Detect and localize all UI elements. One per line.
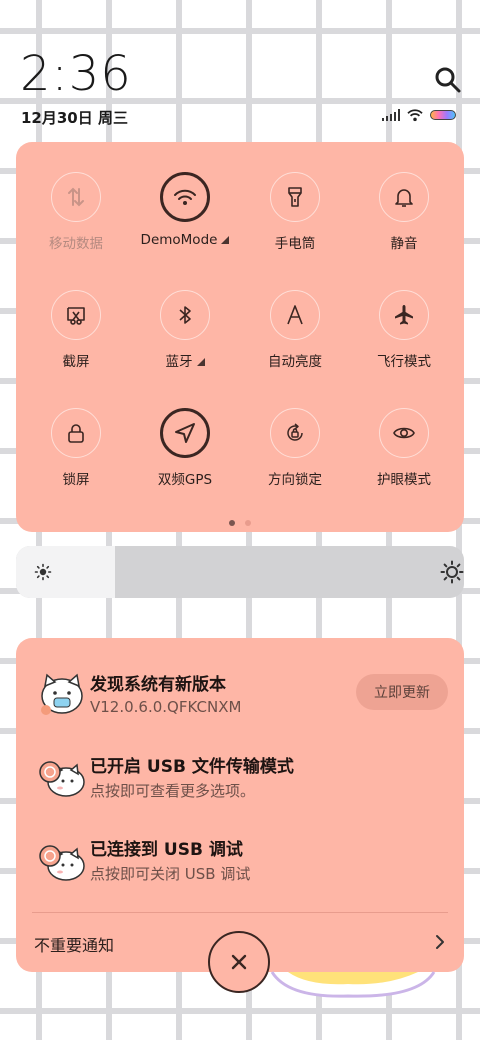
airplane-icon <box>395 305 413 325</box>
tile-label: 手电筒 <box>275 232 316 252</box>
brightness-low-icon <box>34 563 52 581</box>
tile-airplane[interactable]: 飞行模式 <box>349 290 459 370</box>
dropdown-indicator-icon <box>221 236 230 244</box>
tile-label-text: 截屏 <box>62 354 90 370</box>
notification-subtitle: 点按即可查看更多选项。 <box>90 782 256 800</box>
notification-title: 已连接到 USB 调试 <box>90 840 243 860</box>
wallpaper-sticker <box>270 971 436 998</box>
tile-label: 方向锁定 <box>268 468 322 488</box>
tile-button[interactable] <box>270 408 320 458</box>
tile-wifi[interactable]: DemoMode <box>130 172 240 248</box>
tile-button[interactable] <box>379 290 429 340</box>
screenshot-icon <box>67 307 85 325</box>
close-icon <box>231 954 247 970</box>
cat-mask-avatar-icon <box>41 673 83 715</box>
tile-eye[interactable]: 护眼模式 <box>349 408 459 488</box>
tile-button[interactable] <box>160 172 210 222</box>
cat-tray-avatar-icon <box>39 761 85 797</box>
tile-button[interactable] <box>379 408 429 458</box>
tile-label: 截屏 <box>63 350 90 370</box>
date-label: 12月30日 周三 <box>21 109 128 127</box>
tile-lock[interactable]: 锁屏 <box>21 408 131 488</box>
close-button[interactable] <box>208 931 270 993</box>
notification-panel: 发现系统有新版本 V12.0.6.0.QFKCNXM 立即更新 已开启 USB … <box>16 638 464 972</box>
location-arrow-icon <box>175 423 195 443</box>
rotation-lock-icon <box>287 423 303 441</box>
tile-button[interactable] <box>270 290 320 340</box>
clock: 2:36 <box>20 46 132 102</box>
tile-button[interactable] <box>51 172 101 222</box>
brightness-level <box>16 546 115 598</box>
tile-bluetooth[interactable]: 蓝牙 <box>130 290 240 370</box>
status-icons <box>382 108 456 122</box>
tile-label: 飞行模式 <box>377 350 431 370</box>
chevron-right-icon[interactable] <box>432 934 448 950</box>
page-dot <box>245 520 251 526</box>
notification-subtitle: V12.0.6.0.QFKCNXM <box>90 698 242 716</box>
tile-label-text: 护眼模式 <box>377 472 431 488</box>
tile-label-text: 移动数据 <box>49 236 103 252</box>
tile-label: 蓝牙 <box>166 350 205 370</box>
tile-button[interactable] <box>51 290 101 340</box>
tile-button[interactable] <box>379 172 429 222</box>
tile-label-text: DemoMode <box>140 232 218 248</box>
quick-settings-panel: 移动数据 DemoMode 手电筒 静音截屏 蓝牙 自动亮度 飞行模式锁屏 双频GPS 方向锁定… <box>16 142 464 532</box>
divider <box>32 912 448 913</box>
tile-location-arrow[interactable]: 双频GPS <box>130 408 240 488</box>
tile-button[interactable] <box>51 408 101 458</box>
auto-brightness-icon <box>287 305 303 325</box>
tile-button[interactable] <box>160 290 210 340</box>
tile-screenshot[interactable]: 截屏 <box>21 290 131 370</box>
tile-label: 双频GPS <box>158 468 212 488</box>
tile-auto-brightness[interactable]: 自动亮度 <box>240 290 350 370</box>
eye-icon <box>393 427 415 439</box>
tile-label-text: 自动亮度 <box>268 354 322 370</box>
signal-icon <box>382 109 400 121</box>
page-indicator <box>16 520 464 526</box>
bell-icon <box>395 189 413 207</box>
wifi-icon <box>174 189 196 205</box>
update-now-button[interactable]: 立即更新 <box>356 674 448 710</box>
notification-title: 发现系统有新版本 <box>90 675 226 695</box>
tile-label: 移动数据 <box>49 232 103 252</box>
tile-label: 自动亮度 <box>268 350 322 370</box>
tile-bell[interactable]: 静音 <box>349 172 459 252</box>
tile-label: 护眼模式 <box>377 468 431 488</box>
tile-label-text: 锁屏 <box>62 472 90 488</box>
lock-icon <box>68 424 84 443</box>
search-icon[interactable] <box>432 64 464 96</box>
tile-button[interactable] <box>160 408 210 458</box>
tile-label-text: 静音 <box>390 236 418 252</box>
tile-label-text: 方向锁定 <box>268 472 322 488</box>
cat-tray-avatar-icon <box>39 845 85 881</box>
tile-label-text: 双频GPS <box>157 472 213 488</box>
page-dot <box>229 520 235 526</box>
notification-title: 已开启 USB 文件传输模式 <box>90 757 294 777</box>
dropdown-indicator-icon <box>196 358 205 366</box>
notification-subtitle: 点按即可关闭 USB 调试 <box>90 865 251 883</box>
tile-rotation-lock[interactable]: 方向锁定 <box>240 408 350 488</box>
brightness-slider[interactable] <box>16 546 464 598</box>
bluetooth-icon <box>179 306 191 324</box>
tile-flashlight[interactable]: 手电筒 <box>240 172 350 252</box>
tile-label-text: 飞行模式 <box>377 354 431 370</box>
tile-label-text: 手电筒 <box>274 236 316 252</box>
battery-icon <box>430 110 456 120</box>
wifi-status-icon <box>407 109 423 122</box>
flashlight-icon <box>288 187 302 207</box>
tile-label: DemoMode <box>141 232 230 248</box>
tile-label: 锁屏 <box>63 468 90 488</box>
tile-label: 静音 <box>391 232 418 252</box>
mobile-data-icon <box>68 187 84 207</box>
tile-button[interactable] <box>270 172 320 222</box>
tile-mobile-data[interactable]: 移动数据 <box>21 172 131 252</box>
brightness-high-icon <box>440 560 464 584</box>
tile-label-text: 蓝牙 <box>165 354 193 370</box>
unimportant-notifications-link[interactable]: 不重要通知 <box>34 932 114 956</box>
